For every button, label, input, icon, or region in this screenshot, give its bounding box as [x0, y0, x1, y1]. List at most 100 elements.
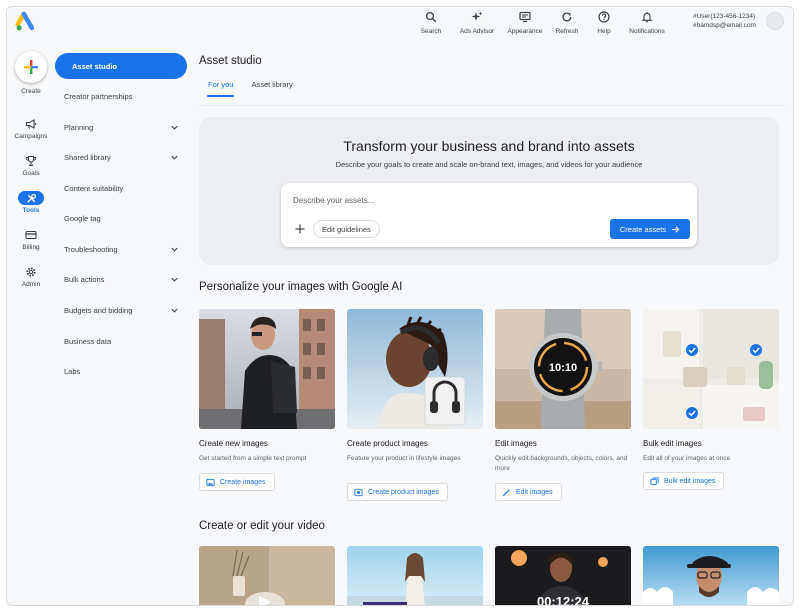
nav-item-troubleshooting[interactable]: Troubleshooting	[55, 236, 187, 262]
card-description: Quickly edit backgrounds, objects, color…	[495, 455, 628, 472]
search-button[interactable]: Search	[412, 7, 450, 47]
chevron-down-icon	[171, 277, 178, 282]
edit-images-card: 10:10 Edit images Quickly edit backgroun…	[495, 309, 631, 504]
bulk-edit-images-card: Bulk edit images Edit all of your images…	[643, 309, 779, 499]
rail-label-campaigns: Campaigns	[14, 133, 48, 140]
create-images-label: Create images	[220, 478, 266, 486]
nav-label: Troubleshooting	[64, 244, 118, 254]
nav-label: Bulk actions	[64, 274, 105, 284]
chevron-down-icon	[171, 155, 178, 160]
video-thumbnail-interior[interactable]	[199, 546, 335, 605]
plus-icon	[24, 60, 38, 74]
tab-asset-library[interactable]: Asset library	[251, 80, 292, 97]
create-product-images-button[interactable]: Create product images	[347, 483, 448, 501]
hero-panel: Transform your business and brand into a…	[199, 117, 779, 265]
card-title: Edit images	[495, 439, 537, 448]
images-section-title: Personalize your images with Google AI	[199, 281, 403, 293]
video-thumbnail-workout[interactable]: 00:12:24	[495, 546, 631, 605]
appearance-button[interactable]: Appearance	[504, 7, 546, 47]
create-images-button[interactable]: Create images	[199, 473, 275, 491]
bulk-products-image[interactable]	[643, 309, 779, 429]
nav-item-labs[interactable]: Labs	[55, 358, 187, 384]
create-assets-button[interactable]: Create assets	[610, 219, 690, 239]
edit-guidelines-button[interactable]: Edit guidelines	[313, 220, 380, 238]
nav-item-bulk-actions[interactable]: Bulk actions	[55, 266, 187, 292]
create-assets-label: Create assets	[619, 224, 667, 234]
tools-icon	[18, 191, 44, 205]
refresh-button[interactable]: Refresh	[546, 7, 588, 47]
nav-label: Content suitability	[64, 183, 124, 193]
google-ads-logo[interactable]	[15, 11, 37, 33]
left-rail: Create Campaigns Goals Tools Billing Adm…	[7, 47, 55, 605]
nav-item-content-suitability[interactable]: Content suitability	[55, 175, 187, 201]
magic-edit-icon	[502, 488, 511, 496]
rail-label-tools: Tools	[22, 207, 40, 214]
rail-item-tools[interactable]: Tools	[7, 191, 55, 214]
nav-label: Labs	[64, 366, 81, 376]
describe-assets-input[interactable]	[293, 193, 673, 207]
nav-label: Budgets and bidding	[64, 305, 133, 315]
tab-for-you[interactable]: For you	[206, 80, 235, 97]
card-icon	[18, 228, 44, 242]
header-actions: Search Ads Advisor Appearance Refresh He…	[412, 7, 674, 47]
create-product-images-label: Create product images	[368, 488, 439, 496]
nav-label: Google tag	[64, 213, 101, 223]
chevron-down-icon	[171, 247, 178, 252]
bell-icon	[639, 9, 655, 25]
help-label: Help	[597, 28, 611, 35]
nav-item-business-data[interactable]: Business data	[55, 328, 187, 354]
create-new-images-card: Create new images Get started from a sim…	[199, 309, 335, 499]
card-description: Edit all of your images at once	[643, 455, 731, 462]
card-description: Feature your product in lifestyle images	[347, 455, 461, 462]
nav-item-asset-studio[interactable]: Asset studio	[55, 53, 187, 79]
megaphone-icon	[18, 117, 44, 131]
search-icon	[423, 9, 439, 25]
trophy-icon	[18, 154, 44, 168]
edit-images-label: Edit images	[516, 488, 553, 496]
arrow-right-icon	[672, 225, 680, 233]
add-icon[interactable]	[294, 223, 306, 235]
app-window: Search Ads Advisor Appearance Refresh He…	[6, 6, 794, 606]
hero-subtitle: Describe your goals to create and scale …	[335, 160, 643, 169]
search-label: Search	[420, 28, 442, 35]
nav-item-budgets-and-bidding[interactable]: Budgets and bidding	[55, 297, 187, 323]
notifications-button[interactable]: Notifications	[620, 7, 674, 47]
account-info[interactable]: #User(123-456-1234) #bamdsp@email.com	[693, 12, 756, 30]
rail-item-campaigns[interactable]: Campaigns	[7, 117, 55, 140]
bulk-edit-images-button[interactable]: Bulk edit images	[643, 472, 725, 490]
nav-item-planning[interactable]: Planning	[55, 114, 187, 140]
main-content: Asset studio For you Asset library Trans…	[199, 47, 793, 605]
gear-icon	[18, 265, 44, 279]
chevron-down-icon	[171, 308, 178, 313]
ads-advisor-button[interactable]: Ads Advisor	[450, 7, 504, 47]
edit-images-button[interactable]: Edit images	[495, 483, 562, 501]
nav-item-creator-partnerships[interactable]: Creator partnerships	[55, 83, 187, 109]
city-man-image[interactable]	[199, 309, 335, 429]
headphones-woman-image[interactable]	[347, 309, 483, 429]
help-button[interactable]: Help	[588, 7, 620, 47]
video-thumbnail-portrait[interactable]	[643, 546, 779, 605]
watch-time: 10:10	[549, 362, 577, 374]
top-bar: Search Ads Advisor Appearance Refresh He…	[7, 7, 793, 47]
video-thumbnail-beach[interactable]	[347, 546, 483, 605]
refresh-icon	[559, 9, 575, 25]
video-section-title: Create or edit your video	[199, 520, 325, 532]
rail-item-goals[interactable]: Goals	[7, 154, 55, 177]
card-title: Bulk edit images	[643, 439, 702, 448]
create-button[interactable]	[15, 51, 47, 83]
rail-item-admin[interactable]: Admin	[7, 265, 55, 288]
smartwatch-image[interactable]: 10:10	[495, 309, 631, 429]
bulk-edit-images-label: Bulk edit images	[664, 477, 716, 485]
page-title: Asset studio	[199, 55, 262, 67]
image-icon	[206, 478, 215, 486]
appearance-icon	[517, 9, 533, 25]
avatar[interactable]	[766, 12, 784, 30]
account-email: #bamdsp@email.com	[693, 22, 756, 29]
rail-label-goals: Goals	[22, 170, 40, 177]
nav-item-shared-library[interactable]: Shared library	[55, 144, 187, 170]
rail-item-billing[interactable]: Billing	[7, 228, 55, 251]
nav-label: Business data	[64, 336, 112, 346]
account-id: #User(123-456-1234)	[693, 13, 756, 20]
nav-item-google-tag[interactable]: Google tag	[55, 205, 187, 231]
card-title: Create product images	[347, 439, 428, 448]
